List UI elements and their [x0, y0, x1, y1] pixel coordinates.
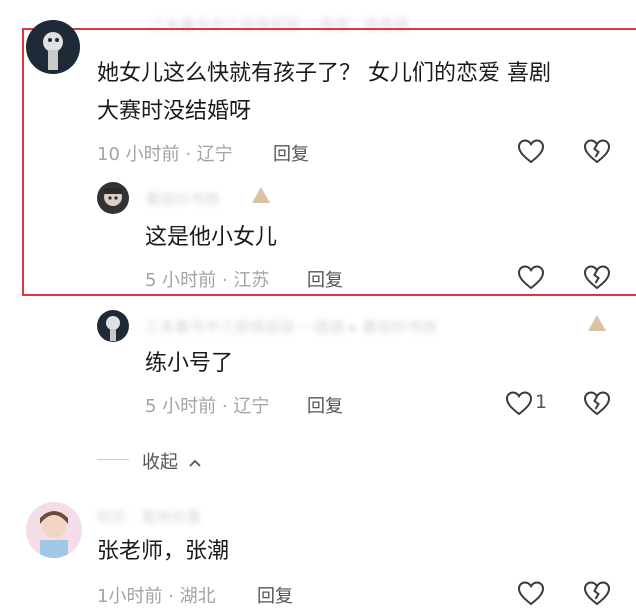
- reply-avatar[interactable]: [97, 310, 129, 342]
- level-badge-icon: [250, 185, 272, 205]
- level-badge-icon: [586, 313, 608, 333]
- reply-button[interactable]: 回复: [273, 140, 309, 166]
- reply-text: 练小号了: [145, 351, 234, 376]
- blurred-reply-username: 番茄炒书族: [145, 190, 221, 208]
- like-count: 1: [535, 391, 548, 413]
- collapse-divider: [97, 459, 129, 460]
- dislike-broken-heart-icon[interactable]: [583, 264, 611, 290]
- reply-button[interactable]: 回复: [307, 266, 343, 292]
- dislike-broken-heart-icon[interactable]: [583, 390, 611, 416]
- reply-button[interactable]: 回复: [257, 582, 293, 608]
- reply-text: 这是他小女儿: [145, 225, 278, 250]
- reply-time-location: 5 小时前 · 江苏: [145, 270, 270, 291]
- comment-time-location: 10 小时前 · 辽宁: [97, 144, 233, 165]
- like-heart-icon[interactable]: [505, 390, 533, 416]
- dislike-broken-heart-icon[interactable]: [583, 580, 611, 606]
- comment-time-location: 1小时前 · 湖北: [97, 586, 216, 607]
- comment-text: 张老师，张潮: [97, 539, 230, 564]
- reply-button[interactable]: 回复: [307, 392, 343, 418]
- like-heart-icon[interactable]: [517, 264, 545, 290]
- avatar-image-icon: [26, 502, 82, 558]
- avatar-image-icon: [104, 188, 122, 206]
- like-heart-icon[interactable]: [517, 580, 545, 606]
- collapse-label: 收起: [142, 452, 178, 473]
- avatar[interactable]: [26, 502, 82, 558]
- blurred-reply-username: 三本番号中三层保层层 一面面 ▸ 番茄炒书族: [145, 318, 437, 336]
- reply-avatar[interactable]: [97, 182, 129, 214]
- avatar-image-icon: [106, 316, 120, 341]
- avatar[interactable]: [26, 20, 80, 74]
- like-heart-icon[interactable]: [517, 138, 545, 164]
- blurred-comment-username: 知乐 · 笔地也看: [97, 508, 202, 526]
- chevron-up-icon: [189, 459, 201, 467]
- reply-time-location: 5 小时前 · 辽宁: [145, 396, 270, 417]
- dislike-broken-heart-icon[interactable]: [583, 138, 611, 164]
- collapse-replies-button[interactable]: 收起: [142, 448, 202, 474]
- comment-text-line1: 她女儿这么快就有孩子了？ 女儿们的恋爱 喜剧: [97, 61, 551, 86]
- avatar-image-icon: [43, 32, 63, 70]
- comment-text-line2: 大赛时没结婚呀: [97, 99, 252, 124]
